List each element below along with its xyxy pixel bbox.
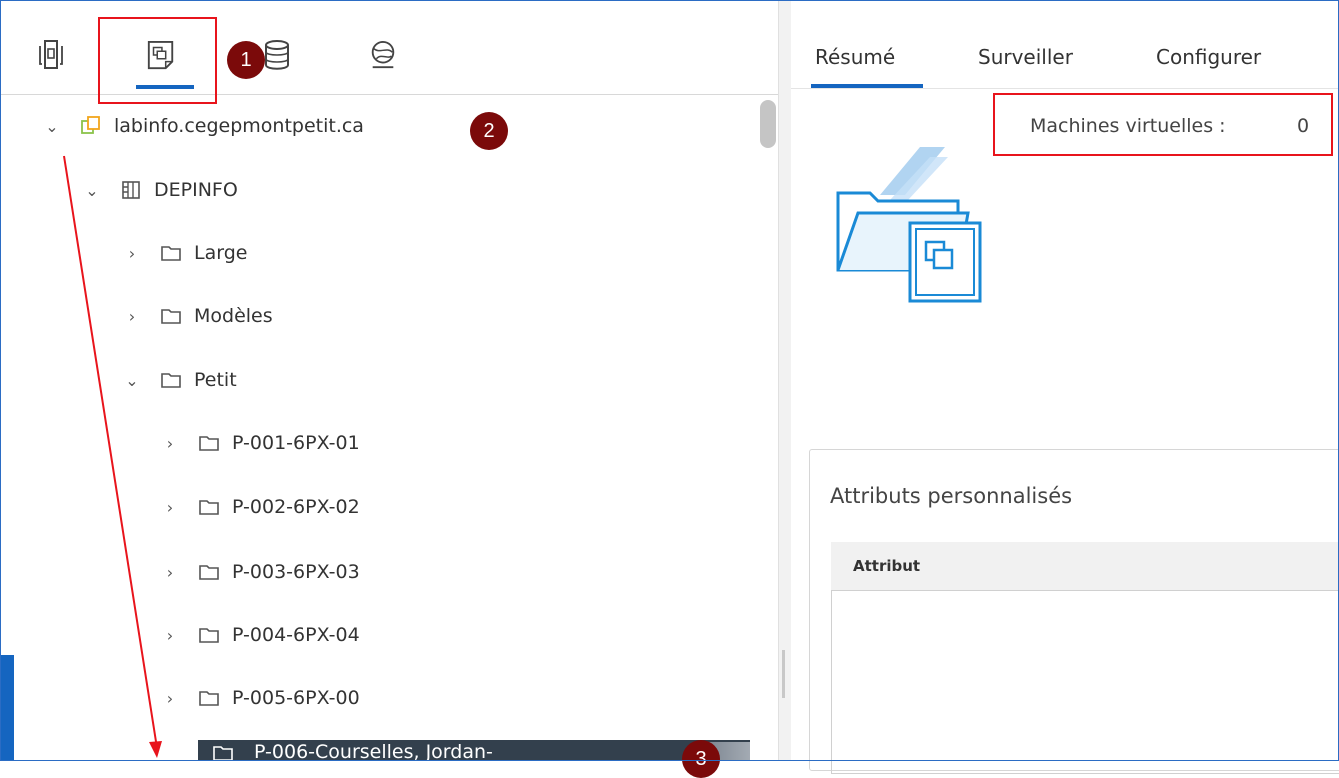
tab-resume[interactable]: Résumé [815, 45, 895, 69]
tab-surveiller[interactable]: Surveiller [978, 45, 1073, 69]
panel-splitter[interactable] [778, 0, 792, 761]
vm-folder-icon [836, 147, 982, 303]
column-header-attribut[interactable]: Attribut [853, 557, 920, 575]
vm-count-value: 0 [1297, 115, 1310, 137]
tabs-border [791, 88, 1339, 89]
splitter-grip[interactable] [782, 650, 785, 698]
annotation-arrow [63, 155, 162, 758]
vm-count-label: Machines virtuelles : [1030, 115, 1226, 137]
custom-attributes-title: Attributs personnalisés [830, 484, 1073, 508]
tab-configurer[interactable]: Configurer [1156, 45, 1261, 69]
navigator-panel: 1 ⌄ labinfo.cegepmontpetit.ca 2 ⌄ DEPINF… [0, 0, 778, 778]
